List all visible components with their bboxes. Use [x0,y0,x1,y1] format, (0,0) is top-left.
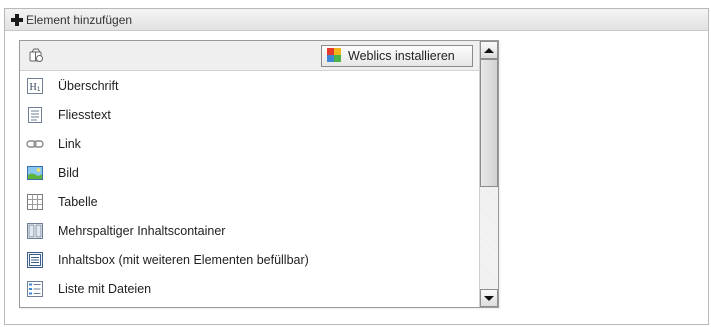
vertical-scrollbar[interactable] [479,41,498,307]
list-item-columns[interactable]: Mehrspaltiger Inhaltscontainer [20,216,479,245]
scroll-up-button[interactable] [480,41,498,59]
dropdown-toolbar: Weblics installieren [20,41,479,71]
columns-icon [26,222,44,240]
weblics-icon [327,47,341,65]
scrollbar-thumb[interactable] [480,59,498,187]
list-item-heading[interactable]: H1 Überschrift [20,71,479,100]
package-icon[interactable] [28,47,44,66]
list-item-link[interactable]: Link [20,129,479,158]
list-item-label: Inhaltsbox (mit weiteren Elementen befül… [58,252,309,267]
file-list-icon [26,280,44,298]
list-item-label: Liste mit Dateien [58,281,152,296]
contentbox-icon [26,251,44,269]
list-item-label: Fliesstext [58,107,111,122]
list-item-label: Tabelle [58,194,98,209]
arrow-up-icon [484,47,494,53]
list-item-file-list[interactable]: Liste mit Dateien [20,274,479,303]
link-icon [26,135,44,153]
weblics-install-button[interactable]: Weblics installieren [321,45,473,67]
arrow-down-icon [484,295,494,301]
text-icon [26,106,44,124]
list-item-label: Link [58,136,81,151]
image-icon [26,164,44,182]
table-icon [26,193,44,211]
list-item-contentbox[interactable]: Inhaltsbox (mit weiteren Elementen befül… [20,245,479,274]
svg-text:H: H [30,82,37,93]
panel-header[interactable]: Element hinzufügen [5,9,708,31]
weblics-install-label: Weblics installieren [348,49,455,63]
list-item-label: Überschrift [58,78,119,93]
heading-icon: H1 [26,77,44,95]
list-item-label: Mehrspaltiger Inhaltscontainer [58,223,226,238]
list-item-image[interactable]: Bild [20,158,479,187]
scroll-down-button[interactable] [480,289,498,307]
element-dropdown: Weblics installieren H1 Überschrift Flie… [19,40,499,308]
list-item-table[interactable]: Tabelle [20,187,479,216]
list-item-text[interactable]: Fliesstext [20,100,479,129]
element-list: H1 Überschrift Fliesstext Link Bild Tabe… [20,71,479,303]
list-item-label: Bild [58,165,79,180]
plus-icon [11,13,23,26]
panel-title: Element hinzufügen [26,12,133,27]
